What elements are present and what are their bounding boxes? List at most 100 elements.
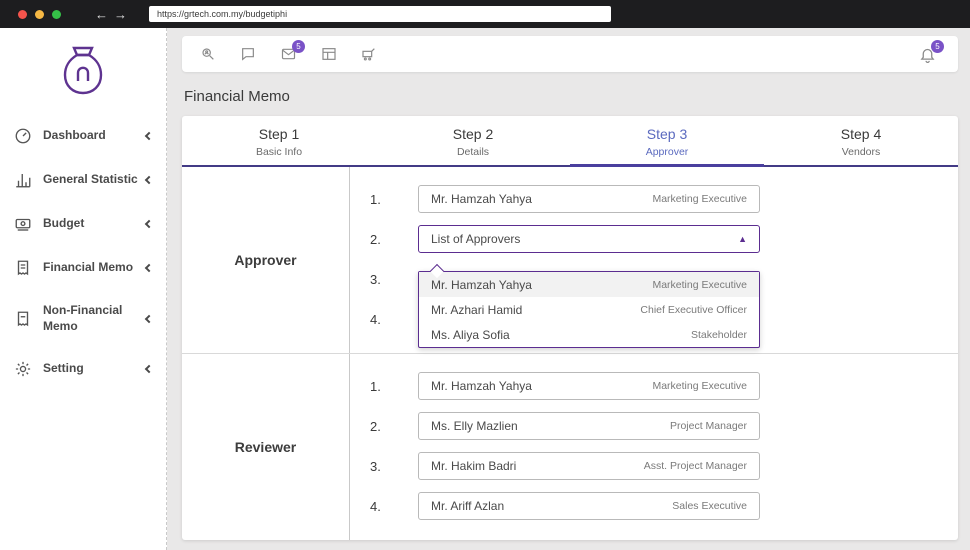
sidebar-item-non-financial-memo[interactable]: Non-Financial Memo xyxy=(0,290,166,347)
chevron-left-icon xyxy=(144,219,154,229)
approver-section-label: Approver xyxy=(182,167,350,353)
step-4-vendors[interactable]: Step 4 Vendors xyxy=(764,116,958,167)
maximize-window-button[interactable] xyxy=(52,9,61,19)
person-role: Project Manager xyxy=(669,420,747,432)
sidebar-item-general-statistic[interactable]: General Statistic xyxy=(0,158,166,202)
sidebar-item-label: Non-Financial Memo xyxy=(43,303,123,333)
window-controls xyxy=(18,9,69,19)
chevron-left-icon xyxy=(144,175,154,185)
row-number: 3. xyxy=(370,271,381,287)
reviewer-row-2: 2. Ms. Elly Mazlien Project Manager xyxy=(350,406,958,446)
step-1-basic-info[interactable]: Step 1 Basic Info xyxy=(182,116,376,167)
top-toolbar: 5 5 xyxy=(182,36,958,72)
reviewer-section: Reviewer 1. Mr. Hamzah Yahya Marketing E… xyxy=(182,354,958,540)
person-name: Mr. Hakim Badri xyxy=(431,459,517,473)
sidebar-item-setting[interactable]: Setting xyxy=(0,347,166,391)
step-title: Step 4 xyxy=(840,126,882,142)
reviewer-row-1: 1. Mr. Hamzah Yahya Marketing Executive xyxy=(350,366,958,406)
dropdown-option[interactable]: Mr. Azhari Hamid Chief Executive Officer xyxy=(419,297,759,322)
table-icon[interactable] xyxy=(321,46,337,62)
dropdown-option[interactable]: Ms. Aliya Sofia Stakeholder xyxy=(419,322,759,347)
approver-row-2: 2. List of Approvers ▲ xyxy=(350,219,958,259)
approver-2-select[interactable]: List of Approvers ▲ xyxy=(418,225,760,253)
reviewer-4-field[interactable]: Mr. Ariff Azlan Sales Executive xyxy=(418,492,760,520)
step-subtitle: Details xyxy=(456,146,490,158)
chevron-left-icon xyxy=(144,314,154,323)
money-bag-logo-icon xyxy=(63,46,103,95)
sidebar-item-label: Financial Memo xyxy=(43,260,134,275)
row-number: 2. xyxy=(370,418,381,434)
person-name: Ms. Aliya Sofia xyxy=(431,327,510,342)
reviewer-3-field[interactable]: Mr. Hakim Badri Asst. Project Manager xyxy=(418,452,760,480)
sidebar-item-label: Budget xyxy=(43,216,85,231)
sidebar-item-financial-memo[interactable]: Financial Memo xyxy=(0,246,166,290)
sidebar-item-label: Dashboard xyxy=(43,128,106,143)
user-search-icon[interactable] xyxy=(200,46,216,62)
url-text: https://grtech.com.my/budgetiphi xyxy=(157,9,288,19)
notification-badge: 5 xyxy=(931,39,944,53)
step-title: Step 3 xyxy=(646,126,688,142)
chevron-left-icon xyxy=(144,131,154,141)
caret-up-icon: ▲ xyxy=(738,233,747,244)
reviewer-rows: 1. Mr. Hamzah Yahya Marketing Executive … xyxy=(350,354,958,540)
financial-memo-icon xyxy=(14,259,34,277)
comment-icon[interactable] xyxy=(240,46,256,62)
url-bar[interactable]: https://grtech.com.my/budgetiphi xyxy=(149,6,611,22)
approver-dropdown: Mr. Hamzah Yahya Marketing Executive Mr.… xyxy=(418,263,760,348)
back-arrow-icon[interactable]: ← xyxy=(95,7,108,22)
row-number: 4. xyxy=(370,498,381,514)
person-role: Sales Executive xyxy=(672,500,747,512)
approver-rows: 1. Mr. Hamzah Yahya Marketing Executive … xyxy=(350,167,958,353)
person-role: Stakeholder xyxy=(690,328,747,341)
person-name: Mr. Azhari Hamid xyxy=(431,302,523,317)
reviewer-1-field[interactable]: Mr. Hamzah Yahya Marketing Executive xyxy=(418,372,760,400)
statistics-icon xyxy=(14,171,34,189)
sidebar-item-dashboard[interactable]: Dashboard xyxy=(0,114,166,158)
cart-icon[interactable] xyxy=(361,46,377,62)
row-number: 4. xyxy=(370,311,381,327)
step-subtitle: Basic Info xyxy=(255,146,303,158)
person-role: Chief Executive Officer xyxy=(640,303,747,316)
non-financial-memo-icon xyxy=(14,310,34,328)
notification-bell-icon[interactable]: 5 xyxy=(919,39,944,63)
dropdown-option[interactable]: Mr. Hamzah Yahya Marketing Executive xyxy=(419,272,759,297)
dashboard-icon xyxy=(14,127,34,145)
step-subtitle: Vendors xyxy=(841,146,881,158)
row-number: 3. xyxy=(370,458,381,474)
approver-1-field[interactable]: Mr. Hamzah Yahya Marketing Executive xyxy=(418,185,760,213)
step-title: Step 1 xyxy=(258,126,300,142)
step-3-approver[interactable]: Step 3 Approver xyxy=(570,116,764,167)
stepper: Step 1 Basic Info Step 2 Details Step 3 … xyxy=(182,116,958,167)
reviewer-2-field[interactable]: Ms. Elly Mazlien Project Manager xyxy=(418,412,760,440)
approver-row-1: 1. Mr. Hamzah Yahya Marketing Executive xyxy=(350,179,958,219)
person-role: Asst. Project Manager xyxy=(643,460,747,472)
sidebar-item-label: Setting xyxy=(43,361,84,376)
chevron-left-icon xyxy=(144,364,154,374)
mail-badge: 5 xyxy=(292,40,305,53)
step-title: Step 2 xyxy=(452,126,494,142)
chevron-left-icon xyxy=(144,263,154,273)
forward-arrow-icon[interactable]: → xyxy=(114,7,127,22)
sidebar: Dashboard General Statistic Budget Finan… xyxy=(0,28,167,550)
reviewer-section-label: Reviewer xyxy=(182,354,350,540)
memo-card: Step 1 Basic Info Step 2 Details Step 3 … xyxy=(182,116,958,540)
person-role: Marketing Executive xyxy=(652,278,747,291)
step-2-details[interactable]: Step 2 Details xyxy=(376,116,570,167)
sidebar-item-budget[interactable]: Budget xyxy=(0,202,166,246)
budget-icon xyxy=(14,215,34,233)
person-name: Mr. Ariff Azlan xyxy=(431,499,505,513)
mail-icon[interactable]: 5 xyxy=(280,40,305,62)
person-role: Marketing Executive xyxy=(652,380,747,392)
person-name: Ms. Elly Mazlien xyxy=(431,419,518,433)
minimize-window-button[interactable] xyxy=(35,9,44,19)
person-name: Mr. Hamzah Yahya xyxy=(431,277,532,292)
select-label: List of Approvers xyxy=(431,232,521,246)
step-subtitle: Approver xyxy=(645,146,689,158)
close-window-button[interactable] xyxy=(18,9,27,19)
reviewer-row-4: 4. Mr. Ariff Azlan Sales Executive xyxy=(350,486,958,526)
app-logo[interactable] xyxy=(0,28,166,114)
gear-icon xyxy=(14,360,34,378)
row-number: 1. xyxy=(370,191,381,207)
sidebar-item-label: General Statistic xyxy=(43,172,138,187)
main-content: 5 5 Financial Memo Step 1 Basic Info Ste… xyxy=(167,28,970,550)
